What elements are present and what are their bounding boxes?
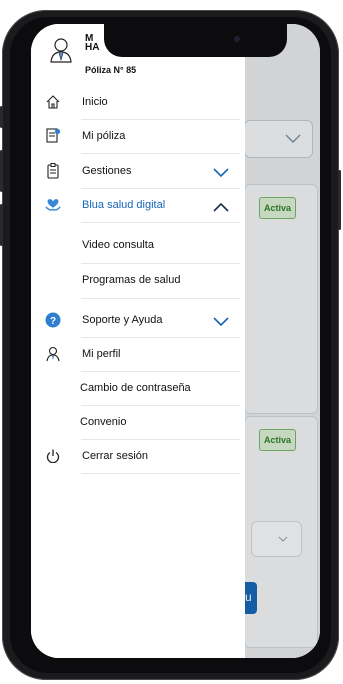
menu-label: Convenio <box>80 416 127 428</box>
chevron-down-icon[interactable] <box>213 168 229 178</box>
menu-label: Blua salud digital <box>82 199 166 211</box>
notch <box>104 24 287 57</box>
volume-up-button <box>0 150 3 192</box>
power-icon <box>45 448 61 464</box>
submenu-item-programas-de-salud[interactable]: Programas de salud <box>31 273 245 299</box>
menu-item-convenio[interactable]: Convenio <box>31 414 245 440</box>
menu-label: Mi perfil <box>82 348 121 360</box>
divider <box>81 119 240 120</box>
menu-item-inicio[interactable]: Inicio <box>31 94 245 120</box>
screen: Activa Activa u MHA Póliza N° 85 Inicio <box>31 24 320 658</box>
menu-item-cambio-de-contrasena[interactable]: Cambio de contraseña <box>31 380 245 406</box>
divider <box>81 263 240 264</box>
menu-item-mi-poliza[interactable]: Mi póliza <box>31 128 245 154</box>
clipboard-icon <box>45 163 61 179</box>
divider <box>81 337 240 338</box>
divider <box>81 473 240 474</box>
user-name: M HA <box>85 33 100 53</box>
svg-text:?: ? <box>50 316 56 327</box>
mute-switch <box>0 106 3 128</box>
side-drawer: M HA Póliza N° 85 Inicio Mi póliza Gestio… <box>31 24 245 658</box>
menu-label: Cerrar sesión <box>82 450 149 462</box>
menu-item-blua-salud-digital[interactable]: Blua salud digital <box>31 197 245 223</box>
policy-document-icon <box>45 128 61 144</box>
divider <box>81 222 240 223</box>
menu-item-soporte-y-ayuda[interactable]: ? Soporte y Ayuda <box>31 312 245 338</box>
menu-label: Video consulta <box>82 239 154 251</box>
submenu-item-video-consulta[interactable]: Video consulta <box>31 238 245 264</box>
divider <box>81 371 240 372</box>
help-circle-icon: ? <box>45 312 61 328</box>
heart-hands-icon <box>45 197 61 213</box>
policy-number: Póliza N° 85 <box>85 65 137 75</box>
divider <box>81 153 240 154</box>
divider <box>81 298 240 299</box>
home-icon <box>45 94 61 110</box>
menu-label: Cambio de contraseña <box>80 382 191 394</box>
divider <box>81 439 240 440</box>
menu-label: Mi póliza <box>82 130 126 142</box>
menu-label: Inicio <box>82 96 108 108</box>
user-avatar-icon <box>50 38 72 63</box>
divider <box>81 188 240 189</box>
profile-icon <box>45 346 61 362</box>
front-camera <box>234 36 240 42</box>
divider <box>81 405 240 406</box>
chevron-up-icon[interactable] <box>213 202 229 212</box>
menu-label: Soporte y Ayuda <box>82 314 163 326</box>
volume-down-button <box>0 204 3 246</box>
menu-label: Gestiones <box>82 165 132 177</box>
menu-item-gestiones[interactable]: Gestiones <box>31 163 245 189</box>
power-button <box>338 170 341 230</box>
menu-label: Programas de salud <box>82 274 181 286</box>
menu-item-mi-perfil[interactable]: Mi perfil <box>31 346 245 372</box>
menu-item-cerrar-sesion[interactable]: Cerrar sesión <box>31 448 245 474</box>
chevron-down-icon[interactable] <box>213 317 229 327</box>
